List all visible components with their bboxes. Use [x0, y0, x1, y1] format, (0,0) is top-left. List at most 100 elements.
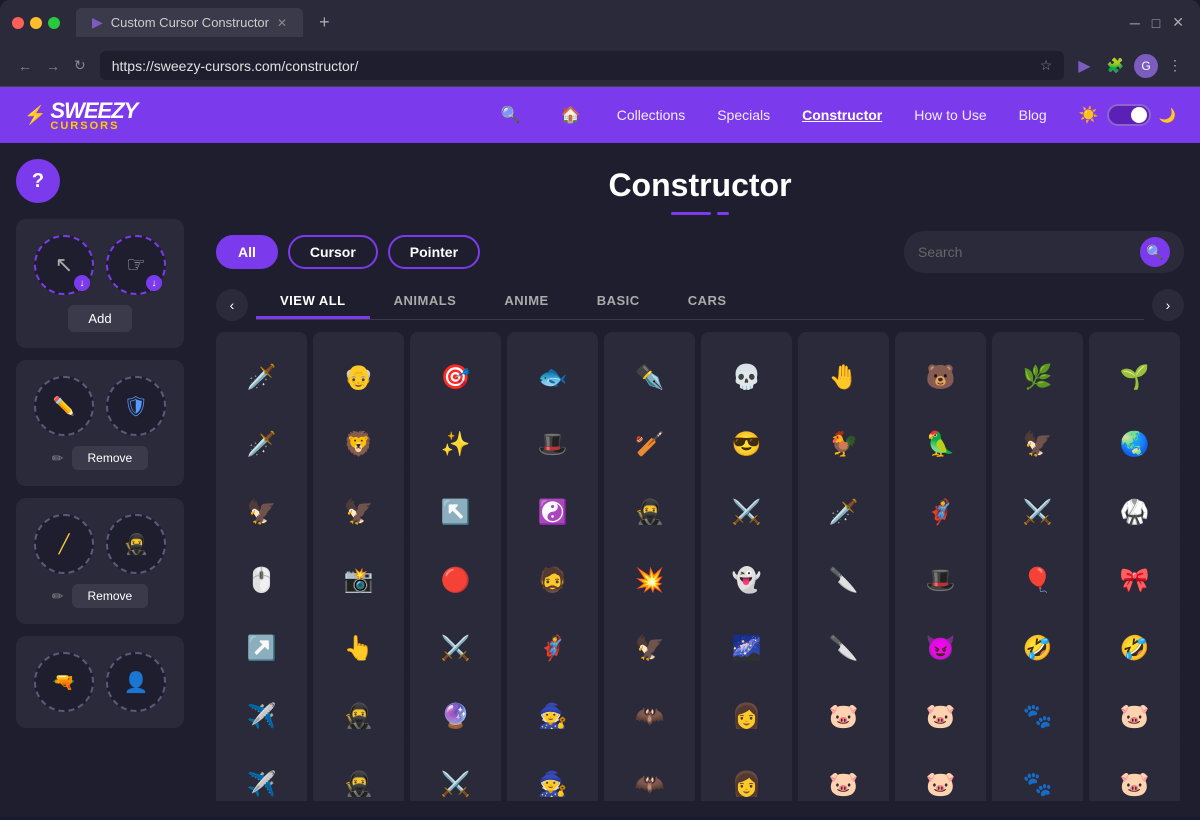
tab-close-icon[interactable]: ✕ [277, 16, 287, 30]
cursor-slot-3b[interactable]: 🥷 [106, 514, 166, 574]
cursor-cell[interactable]: ⚔️ [410, 739, 501, 801]
cursor-slot-2b[interactable]: 🛡 [106, 376, 166, 436]
cursor-icon-2a: ✏️ [53, 396, 75, 417]
cursor-slot-1a[interactable]: ↖ ↓ [34, 235, 94, 295]
cursor-emoji: ⚔️ [441, 637, 471, 661]
filter-pointer-button[interactable]: Pointer [388, 235, 480, 269]
cursor-cell[interactable]: 🐷 [1089, 739, 1180, 801]
maximize-button[interactable] [48, 17, 60, 29]
logo[interactable]: ⚡ SWEEZY CURSORS [24, 98, 137, 132]
page-title: Constructor [216, 167, 1184, 204]
back-button[interactable]: ← [12, 53, 38, 78]
search-input[interactable] [918, 244, 1132, 260]
cursor-cell[interactable]: 🐾 [992, 739, 1083, 801]
filter-all-button[interactable]: All [216, 235, 278, 269]
main-content: Constructor All Cursor Pointer 🔍 ‹ [200, 143, 1200, 817]
cursor-emoji: 🧙 [538, 705, 568, 729]
cursor-emoji: 🎩 [538, 433, 568, 457]
cursor-icon-4a: 🔫 [53, 672, 75, 693]
cursor-emoji: 🌏 [1120, 433, 1150, 457]
cursor-emoji: 🐾 [1023, 705, 1053, 729]
cat-tab-viewall[interactable]: VIEW ALL [256, 285, 370, 319]
cursor-emoji: 👩 [732, 773, 762, 797]
cursor-emoji: ↗️ [247, 637, 277, 661]
new-tab-button[interactable]: + [311, 8, 338, 37]
cursor-emoji: 💀 [732, 366, 762, 390]
cursor-emoji: 🏏 [635, 433, 665, 457]
extensions-button[interactable]: 🧩 [1101, 54, 1130, 77]
menu-button[interactable]: ⋮ [1162, 54, 1188, 77]
cursor-emoji: 🤣 [1023, 637, 1053, 661]
help-button[interactable]: ? [16, 159, 60, 203]
nav-specials[interactable]: Specials [717, 107, 770, 123]
remove-button-2[interactable]: Remove [72, 446, 149, 470]
cursor-emoji: 👩 [732, 705, 762, 729]
cursor-emoji: ✨ [441, 433, 471, 457]
nav-collections[interactable]: Collections [617, 107, 685, 123]
nav-constructor[interactable]: Constructor [802, 107, 882, 123]
nav-blog[interactable]: Blog [1019, 107, 1047, 123]
cat-prev-button[interactable]: ‹ [216, 289, 248, 321]
tab-title: Custom Cursor Constructor [111, 15, 269, 30]
cursor-cell[interactable]: 🥷 [313, 739, 404, 801]
cursor-cell[interactable]: 🐷 [895, 739, 986, 801]
window-minimize-button[interactable]: ─ [1126, 11, 1144, 35]
profile-button[interactable]: G [1134, 54, 1158, 78]
cursor-icon-1a: ↖ [55, 252, 73, 278]
nav-how-to-use[interactable]: How to Use [914, 107, 986, 123]
cursor-cell[interactable]: 🐷 [798, 739, 889, 801]
cursor-set-1: ↖ ↓ ☞ ↓ Add [16, 219, 184, 348]
theme-switch[interactable] [1107, 104, 1151, 126]
cursor-emoji: 🐷 [926, 705, 956, 729]
cursor-emoji: ✈️ [247, 773, 277, 797]
browser-tab[interactable]: ▶ Custom Cursor Constructor ✕ [76, 8, 303, 37]
window-maximize-button[interactable]: □ [1148, 11, 1164, 35]
cursor-emoji: 🌿 [1023, 366, 1053, 390]
cat-tab-animals[interactable]: ANIMALS [370, 285, 481, 319]
cursor-emoji: 🔴 [441, 569, 471, 593]
close-button[interactable] [12, 17, 24, 29]
search-submit-button[interactable]: 🔍 [1140, 237, 1170, 267]
minimize-button[interactable] [30, 17, 42, 29]
cursor-emoji: 👴 [344, 366, 374, 390]
cursor-slot-4a[interactable]: 🔫 [34, 652, 94, 712]
filter-cursor-button[interactable]: Cursor [288, 235, 378, 269]
cursor-emoji: 🔮 [441, 705, 471, 729]
title-underline-2 [717, 212, 729, 215]
cursor-slots-2: ✏️ 🛡 [34, 376, 166, 436]
edge-logo-button[interactable]: ▶ [1072, 53, 1096, 79]
address-input[interactable] [112, 58, 1040, 74]
add-button-1[interactable]: Add [68, 305, 131, 332]
cat-next-button[interactable]: › [1152, 289, 1184, 321]
cursor-slot-4b[interactable]: 👤 [106, 652, 166, 712]
cat-tab-cars[interactable]: CARS [664, 285, 751, 319]
cursor-emoji: 🤣 [1120, 637, 1150, 661]
edit-icon-3[interactable]: ✏ [52, 588, 64, 605]
remove-button-3[interactable]: Remove [72, 584, 149, 608]
refresh-button[interactable]: ↻ [68, 53, 92, 78]
home-nav-icon[interactable]: 🏠 [557, 101, 585, 129]
star-icon[interactable]: ☆ [1040, 57, 1053, 74]
cursor-cell[interactable]: 👩 [701, 739, 792, 801]
slot-badge-1b: ↓ [146, 275, 162, 291]
cursor-emoji: 🐻 [926, 366, 956, 390]
cursor-cell[interactable]: 🦇 [604, 739, 695, 801]
window-close-button[interactable]: ✕ [1168, 10, 1188, 35]
forward-button[interactable]: → [40, 53, 66, 78]
cursor-emoji: 📸 [344, 569, 374, 593]
toggle-knob [1131, 107, 1147, 123]
cursor-cell[interactable]: ✈️ [216, 739, 307, 801]
cursor-slot-2a[interactable]: ✏️ [34, 376, 94, 436]
search-nav-icon[interactable]: 🔍 [497, 101, 525, 129]
cursor-slot-1b[interactable]: ☞ ↓ [106, 235, 166, 295]
cursor-cell[interactable]: 🧙 [507, 739, 598, 801]
cursor-emoji: 🦜 [926, 433, 956, 457]
cursor-emoji: 🐷 [926, 773, 956, 797]
theme-toggle[interactable]: ☀️ 🌙 [1079, 104, 1176, 126]
cursor-emoji: 🦇 [635, 773, 665, 797]
cat-tab-basic[interactable]: BASIC [573, 285, 664, 319]
cursor-slot-3a[interactable]: ╱ [34, 514, 94, 574]
edit-icon-2[interactable]: ✏ [52, 450, 64, 467]
cursor-emoji: 🤚 [829, 366, 859, 390]
cat-tab-anime[interactable]: ANIME [480, 285, 572, 319]
